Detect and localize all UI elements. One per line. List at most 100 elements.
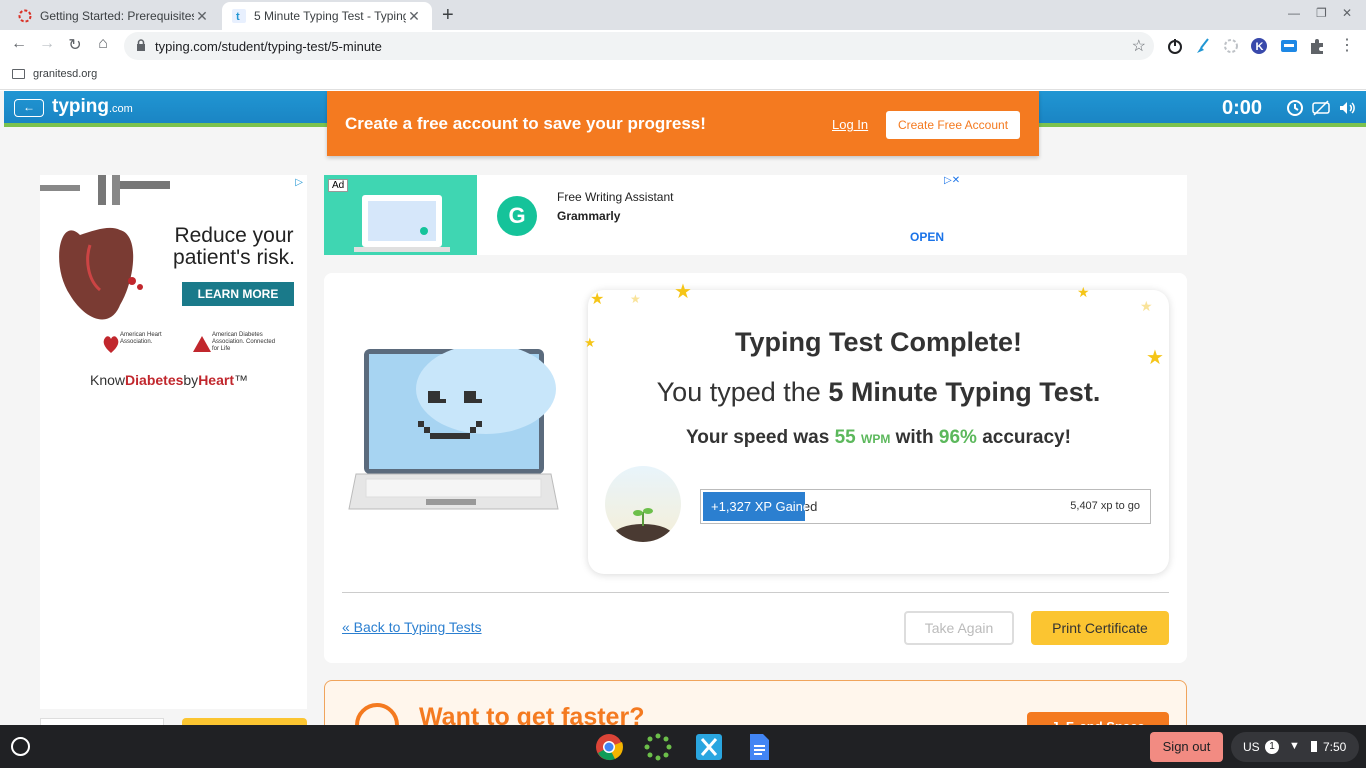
keyboard-off-icon[interactable] xyxy=(1312,99,1330,117)
xp-to-go: 5,407 xp to go xyxy=(1070,500,1140,512)
puzzle-extensions-icon[interactable] xyxy=(1308,37,1326,55)
back-to-typing-tests-link[interactable]: « Back to Typing Tests xyxy=(342,619,482,635)
sidebar-bottom-box xyxy=(40,718,164,725)
xp-gained-label: +1,327 XP Gained xyxy=(711,499,818,514)
minimize-icon[interactable]: — xyxy=(1288,6,1300,20)
tab-title: Getting Started: Prerequisites xyxy=(40,9,194,23)
battery-icon xyxy=(1311,741,1317,752)
wpm-unit: WPM xyxy=(861,432,891,446)
star-icon: ★ xyxy=(590,291,605,308)
sidebar-bottom-button[interactable] xyxy=(182,718,307,725)
site-logo[interactable]: typing.com xyxy=(52,96,133,118)
aha-label: American Heart Association. xyxy=(120,332,162,345)
ada-label: American Diabetes Association. Connected… xyxy=(212,332,276,352)
print-certificate-button[interactable]: Print Certificate xyxy=(1031,611,1169,645)
result-title: Typing Test Complete! xyxy=(734,327,1022,357)
typing-favicon-icon: t xyxy=(232,9,246,23)
star-icon: ★ xyxy=(584,335,596,350)
status-tray[interactable]: US 1 ▼ 7:50 xyxy=(1231,732,1359,762)
page-content: ← typing.com 0:00 Create a free account … xyxy=(0,91,1366,725)
loading-extension-icon[interactable] xyxy=(1222,37,1240,55)
results-bubble: Typing Test Complete! You typed the 5 Mi… xyxy=(588,290,1169,574)
power-extension-icon[interactable] xyxy=(1166,37,1184,55)
wifi-icon: ▼ xyxy=(1289,740,1300,752)
ad-line2: Grammarly xyxy=(557,209,621,223)
forward-arrow-icon[interactable]: → xyxy=(36,35,58,53)
close-icon[interactable]: ✕ xyxy=(406,8,422,25)
launcher-icon[interactable] xyxy=(11,737,30,756)
address-bar[interactable]: typing.com/student/typing-test/5-minute … xyxy=(124,32,1154,60)
restore-icon[interactable]: ❐ xyxy=(1316,6,1327,20)
back-arrow-icon[interactable]: ← xyxy=(8,35,30,53)
smiling-laptop-icon xyxy=(348,349,559,510)
os-shelf: Sign out US 1 ▼ 7:50 xyxy=(0,725,1366,768)
history-icon[interactable] xyxy=(1286,99,1304,117)
screen-extension-icon[interactable] xyxy=(1280,37,1298,55)
broom-extension-icon[interactable] xyxy=(1194,37,1212,55)
k-extension-icon[interactable]: K xyxy=(1250,37,1268,55)
close-icon[interactable]: ✕ xyxy=(194,8,210,25)
reload-icon[interactable]: ↻ xyxy=(64,35,86,55)
bookmarks-bar: granitesd.org xyxy=(0,62,1366,90)
ad-headline: Reduce your patient's risk. xyxy=(173,224,295,269)
divider xyxy=(342,592,1169,593)
tab-getting-started[interactable]: Getting Started: Prerequisites ✕ xyxy=(8,2,220,30)
adchoices-icon[interactable]: ▷ xyxy=(295,177,303,188)
x-app-icon[interactable] xyxy=(694,732,724,762)
star-icon: ★ xyxy=(630,292,641,306)
docs-icon[interactable] xyxy=(744,732,774,762)
new-tab-icon[interactable]: + xyxy=(442,4,454,27)
lock-icon xyxy=(137,39,145,51)
ad-line1: Free Writing Assistant xyxy=(557,190,674,204)
menu-dots-icon[interactable]: ⋮ xyxy=(1336,35,1358,55)
ime-indicator: US xyxy=(1243,740,1260,754)
grammarly-logo-icon: G xyxy=(497,196,537,236)
login-link[interactable]: Log In xyxy=(832,117,868,132)
accuracy-value: 96% xyxy=(938,427,977,448)
left-advertisement[interactable]: ▷ Reduce your patient's risk. LEARN MORE… xyxy=(40,175,307,397)
test-name: 5 Minute Typing Test xyxy=(828,377,1093,407)
sprout-avatar-icon xyxy=(605,466,681,542)
bookmark-granitesd[interactable]: granitesd.org xyxy=(12,68,97,80)
take-again-button[interactable]: Take Again xyxy=(904,611,1014,645)
ad-brand: KnowDiabetesbyHeart™ xyxy=(90,372,248,388)
loading-icon xyxy=(18,9,32,23)
star-icon: ★ xyxy=(674,281,692,303)
bookmark-star-icon[interactable]: ☆ xyxy=(1132,36,1146,56)
notification-badge: 1 xyxy=(1265,740,1279,754)
exit-back-button[interactable]: ← xyxy=(14,99,44,117)
close-window-icon[interactable]: ✕ xyxy=(1342,6,1352,20)
ad-label: Ad xyxy=(328,179,349,192)
url-text: typing.com/student/typing-test/5-minute xyxy=(155,39,382,54)
aha-logo-icon xyxy=(103,336,119,353)
folder-icon xyxy=(12,69,25,79)
promo-message: Create a free account to save your progr… xyxy=(345,114,706,133)
star-icon: ★ xyxy=(1146,347,1164,369)
create-account-button[interactable]: Create Free Account xyxy=(886,111,1020,139)
ad-open-button[interactable]: OPEN xyxy=(910,230,944,244)
bookmark-label: granitesd.org xyxy=(33,68,98,80)
results-card: Typing Test Complete! You typed the 5 Mi… xyxy=(324,273,1187,663)
clock: 7:50 xyxy=(1323,740,1347,754)
sound-icon[interactable] xyxy=(1338,99,1356,117)
learn-more-button[interactable]: LEARN MORE xyxy=(182,282,294,306)
svg-text:t: t xyxy=(236,11,240,23)
lesson-button[interactable]: J, F, and Space xyxy=(1027,712,1169,725)
xp-progress-bar: +1,327 XP Gained 5,407 xp to go +1,327 X… xyxy=(700,489,1151,524)
tab-typing-test[interactable]: t 5 Minute Typing Test - Typing.com ✕ xyxy=(222,2,432,30)
speed-line: Your speed was 55 WPM with 96% accuracy! xyxy=(686,427,1071,448)
typed-test-line: You typed the 5 Minute Typing Test. xyxy=(656,377,1101,407)
tab-strip: Getting Started: Prerequisites ✕ t 5 Min… xyxy=(0,0,1366,30)
browser-toolbar: ← → ↻ ⌂ typing.com/student/typing-test/5… xyxy=(0,30,1366,62)
tab-title: 5 Minute Typing Test - Typing.com xyxy=(254,9,406,23)
home-icon[interactable]: ⌂ xyxy=(92,35,114,53)
loading-app-icon[interactable] xyxy=(643,732,673,762)
chrome-icon[interactable] xyxy=(594,732,624,762)
ad-close-icon[interactable]: ▷✕ xyxy=(944,175,960,186)
sign-out-button[interactable]: Sign out xyxy=(1150,732,1223,762)
star-icon: ★ xyxy=(1077,284,1090,300)
top-advertisement[interactable]: Ad G Free Writing Assistant Grammarly OP… xyxy=(324,175,1187,255)
stopwatch-icon xyxy=(355,703,399,725)
left-sidebar-panel xyxy=(40,397,307,709)
star-icon: ★ xyxy=(1140,298,1153,314)
